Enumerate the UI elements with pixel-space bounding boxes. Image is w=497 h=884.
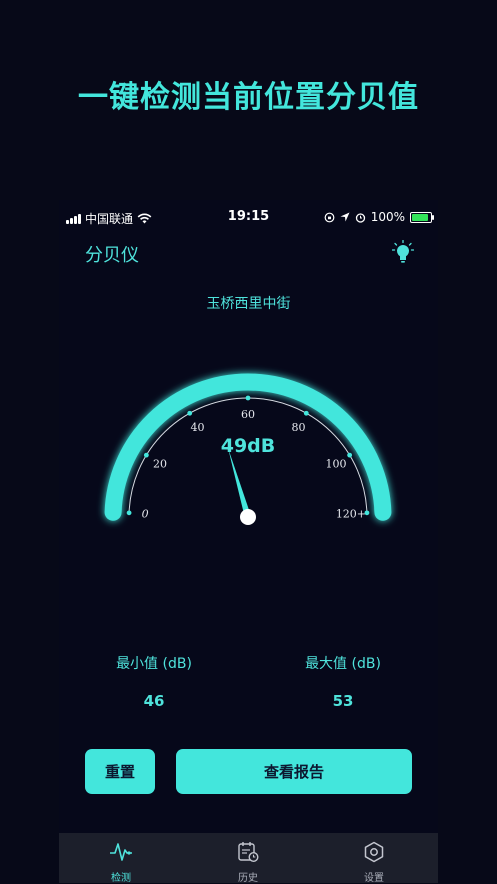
gauge-needle (227, 447, 252, 518)
location-arrow-icon (340, 212, 350, 222)
orientation-lock-icon (324, 212, 335, 222)
calendar-clock-icon (238, 842, 259, 863)
gauge-tick-dot (187, 410, 193, 416)
view-report-button[interactable]: 查看报告 (176, 749, 412, 794)
gauge-tick-label: 80 (291, 421, 305, 434)
status-bar: 中国联通 19:15 100% (59, 208, 438, 228)
phone-screen: 中国联通 19:15 100% 分贝仪 玉桥西里中街 0 20 40 60 80… (59, 200, 438, 884)
gauge-tick-label: 100 (325, 457, 346, 470)
gauge-tick-label: 0 (142, 507, 149, 520)
gauge-reading: 49dB (221, 435, 276, 457)
location-label: 玉桥西里中街 (206, 296, 291, 312)
gauge-tick-label: 20 (153, 457, 167, 470)
min-stat: 最小值 (dB) 46 (84, 653, 224, 710)
gauge-tick-dot (126, 510, 132, 516)
tab-bar: 检测 历史 设置 (59, 833, 438, 884)
hexagon-settings-icon (364, 841, 384, 863)
max-value: 53 (332, 692, 354, 710)
lightbulb-icon[interactable] (392, 240, 414, 264)
pulse-icon (110, 843, 132, 861)
gauge-tick-dot (347, 452, 353, 458)
gauge-tick-dot (143, 452, 149, 458)
min-value: 46 (143, 692, 165, 710)
gauge-tick-label: 60 (241, 408, 255, 421)
gauge-tick-label: 120+ (336, 507, 366, 520)
gauge-tick-dot (303, 410, 309, 416)
battery-percent: 100% (370, 210, 405, 224)
battery-icon (410, 211, 434, 223)
tab-detect[interactable]: 检测 (91, 841, 151, 884)
gauge-tick-label: 40 (191, 421, 205, 434)
max-label: 最大值 (dB) (305, 656, 381, 672)
app-title: 分贝仪 (85, 245, 139, 266)
max-stat: 最大值 (dB) 53 (273, 653, 413, 710)
promo-headline: 一键检测当前位置分贝值 (78, 80, 419, 115)
alarm-icon (355, 212, 365, 223)
tab-label: 检测 (111, 873, 131, 884)
reset-button[interactable]: 重置 (85, 749, 155, 794)
min-label: 最小值 (dB) (116, 656, 192, 672)
gauge-needle-hub (240, 509, 256, 525)
tab-settings[interactable]: 设置 (344, 841, 404, 884)
decibel-gauge: 0 20 40 60 80 100 120+ 49dB (104, 373, 392, 525)
tab-history[interactable]: 历史 (218, 841, 278, 884)
tab-label: 历史 (238, 873, 258, 884)
gauge-tick-dot (245, 395, 251, 401)
tab-label: 设置 (364, 873, 384, 884)
